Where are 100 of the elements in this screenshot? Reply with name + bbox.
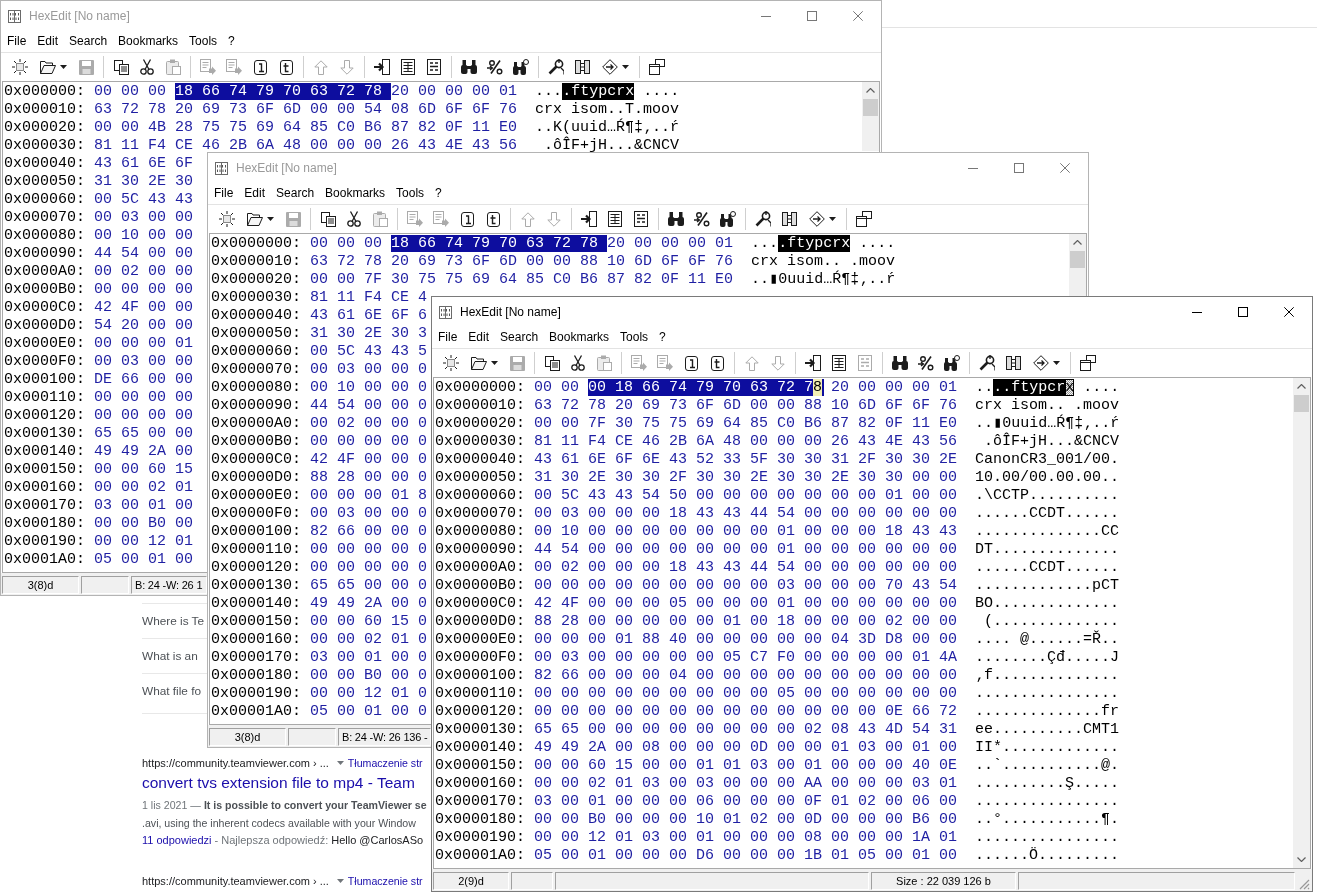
selected-text: .ftypcrx [562, 83, 635, 100]
window-title: HexEdit [No name] [236, 161, 337, 175]
ascii-text: ee..........CMT1 [975, 723, 1120, 737]
translate-link[interactable]: Tłumaczenie str [347, 874, 423, 887]
arrow-down-icon [547, 211, 561, 227]
folder-icon [39, 60, 56, 74]
menu-item[interactable]: File [433, 328, 463, 347]
scrollbar[interactable] [862, 82, 879, 151]
percent-arrow-icon [487, 59, 503, 75]
hex-bytes: 20 00 00 00 01 [391, 83, 518, 100]
caret-icon[interactable] [336, 878, 344, 883]
row-address: 0x0000040: [211, 309, 301, 323]
menu-item[interactable]: Edit [239, 184, 271, 203]
arrow-up-icon [314, 59, 328, 75]
page-arrow-icon [657, 355, 673, 371]
row-address: 0x000150: [4, 463, 85, 477]
row-address: 0x0000B0: [4, 283, 85, 297]
scrollbar-thumb[interactable] [863, 99, 878, 116]
row-address: 0x0000040: [435, 453, 525, 467]
ascii-text: ................ [975, 831, 1120, 845]
scrollbar[interactable] [1293, 378, 1310, 868]
binoculars-star-icon [720, 211, 736, 227]
magnifier-icon [548, 59, 564, 75]
columns-icon [781, 212, 797, 226]
menu-item[interactable]: Tools [184, 32, 223, 51]
row-address: 0x0000000: [211, 237, 301, 251]
starburst-icon [12, 59, 28, 75]
menu-item[interactable]: File [209, 184, 239, 203]
ascii-text: (.............. [983, 615, 1120, 629]
caret-icon [621, 65, 629, 69]
menu-item[interactable]: File [2, 32, 32, 51]
chevron-up-icon[interactable] [1073, 240, 1082, 245]
hex-bytes: 00 03 00 00 [94, 355, 194, 369]
row-address: 0x0000F0: [4, 355, 85, 369]
scrollbar-thumb[interactable] [1294, 395, 1309, 412]
page-arrow-icon [631, 355, 647, 371]
menu-item[interactable]: Search [271, 184, 320, 203]
status-panel: 2(9)d [433, 871, 509, 890]
row-address: 0x000070: [4, 211, 85, 225]
menu-item[interactable]: Tools [615, 328, 654, 347]
hex-bytes: 49 49 2A 00 [94, 445, 194, 459]
app-icon [215, 161, 228, 175]
hex-bytes: 00 00 12 01 0 [310, 687, 428, 701]
question-text[interactable]: Where is Te [142, 614, 205, 628]
menu-item[interactable]: Bookmarks [113, 32, 184, 51]
menu-item[interactable]: Search [495, 328, 544, 347]
menu-item[interactable]: ? [654, 328, 671, 347]
columns-icon [1005, 356, 1021, 370]
status-panel: 3(8)d [2, 575, 79, 594]
row-address: 0x0000100: [435, 669, 525, 683]
ascii-text: .. [975, 379, 994, 396]
row-address: 0x00000C0: [435, 597, 525, 611]
hex-bytes: 00 00 12 01 [94, 535, 194, 549]
menu-item[interactable]: ? [430, 184, 447, 203]
folder-icon [246, 212, 263, 226]
hex-bytes: 00 00 00 01 88 40 00 00 00 00 00 04 3D D8 00 00 [534, 633, 958, 647]
translate-link[interactable]: Tłumaczenie str [347, 757, 423, 769]
page-mark-icon [279, 59, 293, 75]
page-arrow-icon [200, 59, 216, 75]
hex-bytes: 00 5C 43 43 5 [310, 345, 428, 359]
menu-item[interactable]: Tools [391, 184, 430, 203]
menu-item[interactable]: Bookmarks [544, 328, 615, 347]
chevron-down-icon[interactable] [1297, 857, 1306, 862]
row-address: 0x0000180: [211, 669, 301, 683]
scrollbar-thumb[interactable] [1070, 251, 1085, 268]
ascii-text: ..`...........@. [975, 759, 1120, 773]
ascii-text: ......Ö......... [975, 849, 1120, 863]
ascii-text: BO.............. [975, 597, 1120, 611]
result-url[interactable]: https://community.teamviewer.com › ... [142, 874, 329, 887]
row-address: 0x0000100: [211, 525, 301, 539]
hex-bytes: 03 00 01 00 00 00 06 00 00 00 0F 01 02 00 06 00 [534, 795, 958, 809]
result-url[interactable]: https://community.teamviewer.com › ... [142, 757, 329, 769]
close-icon [853, 11, 863, 21]
ascii-text: ......CCDT...... [975, 561, 1120, 575]
page-arrow-icon [805, 355, 821, 371]
chevron-up-icon[interactable] [866, 88, 875, 93]
row-address: 0x000010: [4, 103, 85, 117]
chevron-up-icon[interactable] [1297, 384, 1306, 389]
result-title-link[interactable]: convert tvs extension file to mp4 - Team [142, 771, 431, 795]
menu-item[interactable]: Search [64, 32, 113, 51]
hex-bytes: 88 28 00 00 0 [310, 471, 428, 485]
scrollbar[interactable] [1069, 234, 1086, 296]
menu-item[interactable]: Edit [32, 32, 64, 51]
answers-link[interactable]: 11 odpowiedzi [142, 832, 212, 850]
resize-grip-icon[interactable] [1299, 879, 1310, 890]
status-panel: 3(8)d [209, 727, 286, 746]
row-address: 0x0000110: [211, 543, 301, 557]
hex-bytes: 00 02 00 00 0 [310, 417, 428, 431]
menu-item[interactable]: Bookmarks [320, 184, 391, 203]
hex-bytes: 00 03 00 00 0 [310, 363, 428, 377]
hex-bytes: 31 30 2E 30 [94, 175, 194, 189]
question-text[interactable]: What file fo [142, 684, 201, 698]
maximize-icon [1238, 307, 1248, 317]
caret-icon[interactable] [336, 761, 344, 765]
menu-item[interactable]: Edit [463, 328, 495, 347]
question-text[interactable]: What is an [142, 649, 198, 663]
best-answer-label: - Najlepsza odpowiedź: [214, 833, 329, 848]
menu-item[interactable]: ? [223, 32, 240, 51]
ascii-text: ..........Ş..... [975, 777, 1120, 791]
row-address: 0x0000080: [435, 525, 525, 539]
